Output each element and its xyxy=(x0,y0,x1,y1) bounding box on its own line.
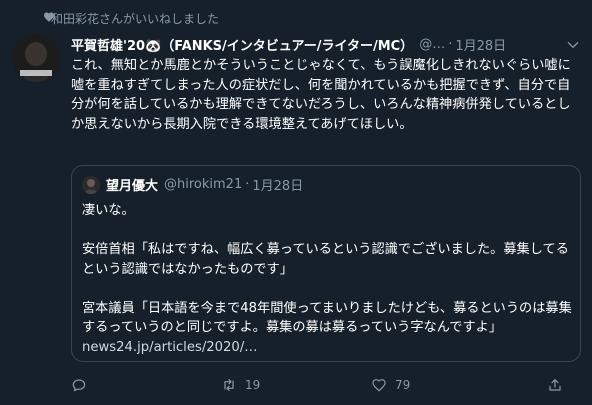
quote-header: 望月優大 @hirokim21 · 1月28日 xyxy=(106,175,303,194)
tweet-header: 平賀哲雄'20🐼（FANKS/インタビュアー/ライター/MC） @… · 1月2… xyxy=(71,34,552,54)
social-context[interactable]: 和田彩花さんがいいねしました xyxy=(44,9,220,27)
action-bar: 19 79 xyxy=(71,372,581,398)
like-count: 79 xyxy=(395,378,411,392)
avatar-image xyxy=(12,34,60,82)
quote-link[interactable]: news24.jp/articles/2020/… xyxy=(82,340,257,355)
display-name[interactable]: 平賀哲雄'20🐼（FANKS/インタビュアー/ライター/MC） xyxy=(71,35,413,54)
tweet-date[interactable]: 1月28日 xyxy=(455,35,506,54)
share-icon xyxy=(549,379,561,391)
quoted-tweet[interactable]: 望月優大 @hirokim21 · 1月28日 凄いな。 安倍首相「私はですね、… xyxy=(71,165,581,362)
quote-text: 凄いな。 安倍首相「私はですね、幅広く募っているという認識でございました。募集し… xyxy=(82,203,572,335)
quote-avatar-image xyxy=(82,176,100,194)
quote-separator-dot: · xyxy=(245,177,250,192)
share-button[interactable] xyxy=(547,377,563,393)
user-handle[interactable]: @… xyxy=(419,37,445,52)
retweet-count: 19 xyxy=(245,378,261,392)
retweet-button[interactable]: 19 xyxy=(221,377,371,393)
quote-avatar xyxy=(82,176,100,194)
avatar[interactable] xyxy=(12,34,60,82)
like-button[interactable]: 79 xyxy=(371,377,521,393)
quote-text-block: 凄いな。 安倍首相「私はですね、幅広く募っているという認識でございました。募集し… xyxy=(82,201,572,357)
quote-date: 1月28日 xyxy=(252,179,304,194)
social-context-text: 和田彩花さんがいいねしました xyxy=(51,11,220,26)
quote-handle: @hirokim21 xyxy=(164,177,243,192)
retweet-icon xyxy=(224,379,234,391)
heart-outline-icon xyxy=(372,379,386,392)
heart-icon xyxy=(44,12,54,22)
reply-icon xyxy=(72,379,86,392)
tweet-text: これ、無知とか馬鹿とかそういうことじゃなくて、もう誤魔化しきれないぐらい嘘に嘘を… xyxy=(71,58,571,132)
quote-display-name: 望月優大 xyxy=(106,179,159,194)
reply-button[interactable] xyxy=(71,377,221,393)
separator-dot: · xyxy=(448,36,453,52)
chevron-down-icon[interactable] xyxy=(566,38,580,52)
